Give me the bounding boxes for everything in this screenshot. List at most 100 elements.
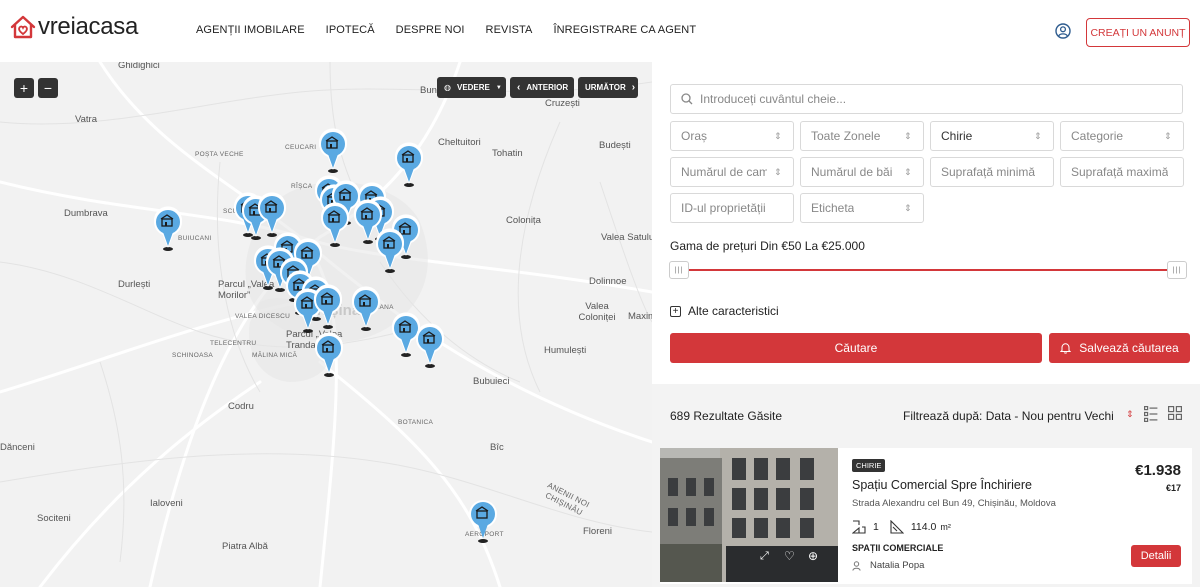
grid-view-icon[interactable] (1168, 406, 1182, 420)
map-pin-icon[interactable] (312, 284, 344, 330)
chevron-left-icon: ‹ (517, 82, 521, 93)
sort-filter[interactable]: Filtrează după: Data - Nou pentru Vechi (903, 409, 1114, 423)
nav-about[interactable]: DESPRE NOI (396, 24, 465, 36)
globe-icon: ◍ (444, 83, 451, 92)
tag-select[interactable]: Eticheta ⇕ (800, 193, 924, 223)
zones-select-label: Toate Zonele (811, 129, 881, 143)
listing-title[interactable]: Spațiu Comercial Spre Închiriere (852, 478, 1032, 492)
map-pin-icon[interactable] (313, 332, 345, 378)
baths-select[interactable]: Numărul de băi ⇕ (800, 157, 924, 187)
keyword-search[interactable]: Introduceți cuvântul cheie... (670, 84, 1183, 114)
zoom-out-button[interactable]: − (38, 78, 58, 98)
nav-magazine[interactable]: REVISTA (486, 24, 533, 36)
view-dropdown[interactable]: ◍ VEDERE ▼ (437, 77, 506, 98)
map-pin-icon[interactable] (374, 228, 406, 274)
map-place-label: Valea Satului (601, 232, 652, 243)
category-select-label: Categorie (1071, 129, 1124, 143)
next-button[interactable]: URMĂTOR › (578, 77, 638, 98)
zones-select[interactable]: Toate Zonele ⇕ (800, 121, 924, 151)
price-to-value: €25.000 (821, 239, 865, 253)
max-area-placeholder: Suprafață maximă (1071, 165, 1169, 179)
nav-agent-register[interactable]: ÎNREGISTRARE CA AGENT (553, 24, 696, 36)
sort-chevrons-icon: ⇕ (904, 202, 912, 213)
deal-type-select[interactable]: Chirie ⇕ (930, 121, 1054, 151)
map-pin-icon[interactable] (467, 498, 499, 544)
max-area-input[interactable]: Suprafață maximă (1060, 157, 1184, 187)
map-pin-icon[interactable] (393, 142, 425, 188)
category-select[interactable]: Categorie ⇕ (1060, 121, 1184, 151)
price-to-word: La (804, 239, 819, 253)
listing-area: 114.0 (910, 521, 937, 533)
city-select-label: Oraș (681, 129, 708, 143)
create-listing-button[interactable]: CREAȚI UN ANUNȚ (1086, 18, 1190, 47)
map-pin-icon[interactable] (350, 286, 382, 332)
map-place-label: Ialoveni (150, 498, 183, 509)
property-map[interactable]: Ghidighici Vatra POȘTA VECHE CEUCARI RÎȘ… (0, 62, 652, 587)
add-compare-icon[interactable]: ⊕ (808, 549, 818, 563)
map-place-label: Cheltuitori (438, 137, 481, 148)
map-place-label: Dolinnoe (589, 276, 627, 287)
map-place-label: MĂLINA MICĂ (252, 352, 298, 359)
sort-chevrons-icon[interactable]: ⇕ (1126, 409, 1134, 420)
bell-icon (1060, 343, 1072, 354)
property-id-input[interactable]: ID-ul proprietății (670, 193, 794, 223)
map-place-label: Dănceni (0, 442, 35, 453)
sort-chevrons-icon: ⇕ (904, 166, 912, 177)
price-range-label: Gama de prețuri Din €50 La €25.000 (670, 239, 865, 253)
zoom-in-button[interactable]: + (14, 78, 34, 98)
min-area-placeholder: Suprafață minimă (941, 165, 1036, 179)
price-slider-track[interactable] (680, 269, 1170, 271)
map-place-label: Durlești (118, 279, 151, 290)
price-min-handle[interactable]: ||| (669, 261, 689, 279)
details-button[interactable]: Detalii (1131, 545, 1181, 567)
nav-agencies[interactable]: AGENȚII IMOBILARE (196, 24, 305, 36)
area-icon (890, 520, 904, 534)
logo[interactable]: vreiacasa (10, 12, 138, 42)
heart-icon[interactable]: ♡ (784, 549, 795, 563)
listing-type: SPAȚII COMERCIALE (852, 543, 944, 553)
user-account-icon[interactable] (1055, 23, 1071, 39)
sort-chevrons-icon: ⇕ (904, 130, 912, 141)
listing-card[interactable]: ⤢ ♡ ⊕ CHIRIE Spațiu Comercial Spre Închi… (660, 448, 1192, 584)
price-max-handle[interactable]: ||| (1167, 261, 1187, 279)
baths-select-label: Numărul de băi (811, 165, 893, 179)
listing-price: €1.938 (1135, 462, 1181, 479)
map-pin-icon[interactable] (152, 206, 184, 252)
listing-address: Strada Alexandru cel Bun 49, Chișinău, M… (852, 498, 1056, 509)
map-place-label: VALEA DICESCU (235, 313, 291, 320)
map-place-label: Humulești (544, 345, 587, 356)
sort-filter-value: Data - Nou pentru Vechi (985, 409, 1114, 423)
city-select[interactable]: Oraș ⇕ (670, 121, 794, 151)
map-place-label: Bîc (490, 442, 504, 453)
sort-chevrons-icon: ⇕ (1164, 130, 1172, 141)
min-area-input[interactable]: Suprafață minimă (930, 157, 1054, 187)
listing-agent[interactable]: Natalia Popa (852, 560, 924, 571)
map-place-label: Bubuieci (473, 376, 510, 387)
map-place-label: Colonița (506, 215, 541, 226)
map-place-label: TELECENTRU (210, 340, 257, 347)
search-placeholder: Introduceți cuvântul cheie... (700, 92, 847, 106)
map-pin-icon[interactable] (414, 323, 446, 369)
map-place-label: Maxim (628, 311, 652, 322)
listing-photo[interactable]: ⤢ ♡ ⊕ (660, 448, 838, 582)
map-place-label: RÎȘCA (291, 183, 313, 190)
map-place-label: Cruzești (545, 98, 580, 109)
site-header: vreiacasa AGENȚII IMOBILARE IPOTECĂ DESP… (0, 0, 1200, 62)
results-section: 689 Rezultate Găsite Filtrează după: Dat… (652, 384, 1200, 587)
list-view-icon[interactable] (1144, 406, 1158, 422)
previous-button[interactable]: ‹ ANTERIOR (510, 77, 574, 98)
rooms-select[interactable]: Numărul de camere ⇕ (670, 157, 794, 187)
map-pin-icon[interactable] (317, 128, 349, 174)
save-search-button[interactable]: Salvează căutarea (1049, 333, 1190, 363)
more-features-toggle[interactable]: + Alte caracteristici (670, 304, 779, 318)
nav-mortgage[interactable]: IPOTECĂ (326, 24, 375, 36)
plus-icon: + (670, 305, 681, 317)
agent-name: Natalia Popa (870, 560, 925, 571)
price-from-word: Din (760, 239, 779, 253)
deal-type-label: Chirie (941, 129, 973, 143)
search-button[interactable]: Căutare (670, 333, 1042, 363)
results-count: 689 Rezultate Găsite (670, 409, 783, 423)
map-place-label: CEUCARI (285, 144, 317, 151)
expand-icon[interactable]: ⤢ (760, 550, 769, 563)
map-place-label: Tohatin (492, 148, 523, 159)
